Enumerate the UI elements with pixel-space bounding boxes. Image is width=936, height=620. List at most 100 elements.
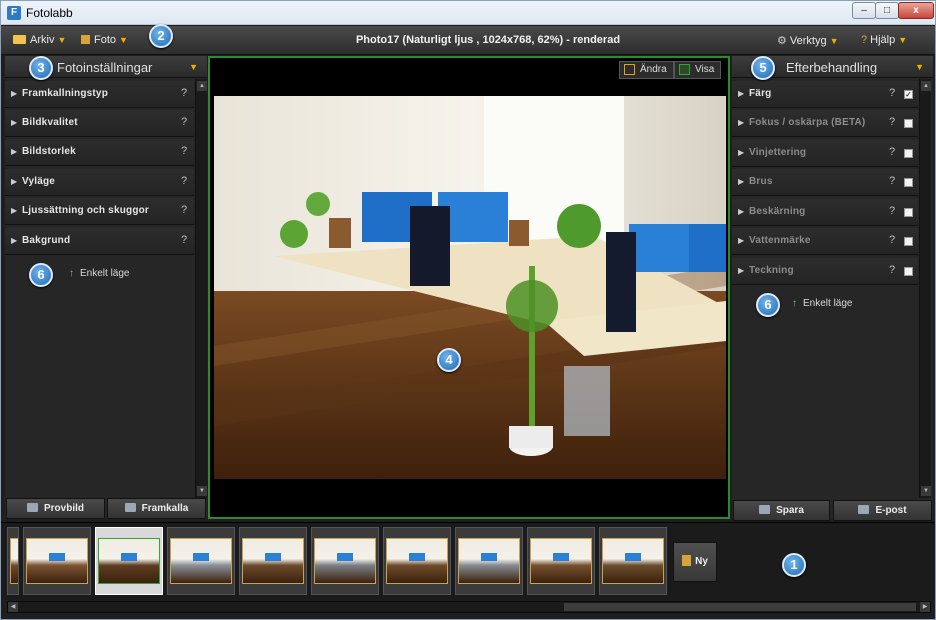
help-icon[interactable]: ?: [181, 145, 187, 157]
thumbnail[interactable]: [23, 527, 91, 595]
scroll-up-icon[interactable]: ▲: [197, 81, 207, 91]
edit-mode-icon: [624, 64, 635, 75]
section-fokus[interactable]: ▶ Fokus / oskärpa (BETA) ?: [732, 110, 918, 137]
section-brus[interactable]: ▶ Brus ?: [732, 169, 918, 196]
scroll-right-icon[interactable]: ▶: [920, 602, 930, 612]
photo-viewer[interactable]: Ändra Visa: [208, 56, 730, 519]
enable-checkbox[interactable]: ✓: [904, 90, 913, 99]
caret-down-icon: ▼: [898, 35, 908, 45]
right-panel-scrollbar[interactable]: ▲ ▼: [919, 79, 931, 498]
arrow-up-icon: ↑: [69, 268, 74, 279]
thumbnail[interactable]: [167, 527, 235, 595]
help-icon[interactable]: ?: [889, 87, 895, 99]
maximize-button[interactable]: □: [875, 2, 899, 19]
new-photo-label: Ny: [695, 556, 708, 567]
expand-arrow-icon: ▶: [738, 177, 745, 186]
scroll-down-icon[interactable]: ▼: [921, 486, 931, 496]
section-vinjettering[interactable]: ▶ Vinjettering ?: [732, 140, 918, 167]
enable-checkbox[interactable]: [904, 237, 913, 246]
section-label: Bakgrund: [22, 235, 71, 246]
section-teckning[interactable]: ▶ Teckning ?: [732, 258, 918, 285]
simple-mode-link[interactable]: ↑ Enkelt läge: [792, 298, 852, 309]
section-ljussattning[interactable]: ▶ Ljussättning och skuggor ?: [5, 198, 194, 225]
help-icon[interactable]: ?: [181, 234, 187, 246]
simple-mode-link[interactable]: ↑ Enkelt läge: [69, 268, 129, 279]
folder-icon: [13, 35, 26, 44]
thumbnail-image: [530, 538, 592, 584]
thumbnail-image: [602, 538, 664, 584]
post-processing-panel: Efterbehandling ▼ ▶ Färg ? ✓ ▶ Fokus / o…: [732, 56, 933, 521]
section-beskarning[interactable]: ▶ Beskärning ?: [732, 199, 918, 226]
edit-toggle[interactable]: Ändra: [619, 61, 674, 79]
menu-hjalp[interactable]: ? Hjälp ▼: [861, 34, 907, 46]
photo-settings-panel: Fotoinställningar ▼ ▶ Framkallningstyp ?…: [5, 56, 207, 519]
menu-verktyg[interactable]: ⚙ Verktyg ▼: [777, 34, 838, 47]
section-label: Beskärning: [749, 206, 806, 217]
thumbnail-monitor-shape: [625, 553, 641, 561]
help-icon[interactable]: ?: [181, 204, 187, 216]
thumbnail-monitor-shape: [337, 553, 353, 561]
menu-bar: Arkiv ▼ Foto ▼ Photo17 (Naturligt ljus , 1…: [1, 26, 935, 55]
section-framkallningstyp[interactable]: ▶ Framkallningstyp ?: [5, 81, 194, 108]
arrow-up-icon: ↑: [792, 298, 797, 309]
help-icon[interactable]: ?: [181, 116, 187, 128]
email-button[interactable]: E-post: [833, 500, 932, 521]
expand-arrow-icon: ▶: [11, 89, 18, 98]
menu-foto[interactable]: Foto ▼: [81, 34, 128, 46]
section-farg[interactable]: ▶ Färg ? ✓: [732, 81, 918, 108]
section-vylage[interactable]: ▶ Vyläge ?: [5, 169, 194, 196]
menu-arkiv[interactable]: Arkiv ▼: [13, 34, 66, 46]
thumbnail[interactable]: [95, 527, 163, 595]
thumbnail[interactable]: [599, 527, 667, 595]
enable-checkbox[interactable]: [904, 267, 913, 276]
help-icon[interactable]: ?: [181, 175, 187, 187]
thumbnail[interactable]: [7, 527, 19, 595]
help-icon[interactable]: ?: [889, 264, 895, 276]
photo-icon: [81, 35, 90, 44]
help-icon[interactable]: ?: [889, 175, 895, 187]
photo-settings-title: Fotoinställningar: [57, 60, 153, 75]
left-panel-scrollbar[interactable]: ▲ ▼: [195, 79, 207, 498]
preview-button[interactable]: Provbild: [6, 498, 105, 519]
help-icon[interactable]: ?: [889, 116, 895, 128]
gear-icon: ⚙: [777, 35, 787, 47]
help-icon[interactable]: ?: [889, 146, 895, 158]
enable-checkbox[interactable]: [904, 208, 913, 217]
thumbnail-image: [170, 538, 232, 584]
thumbnail[interactable]: [455, 527, 523, 595]
thumbnail[interactable]: [527, 527, 595, 595]
preview-button-label: Provbild: [43, 503, 84, 514]
save-button[interactable]: Spara: [733, 500, 830, 521]
save-icon: [759, 505, 771, 514]
section-bildstorlek[interactable]: ▶ Bildstorlek ?: [5, 139, 194, 166]
section-label: Vattenmärke: [749, 235, 811, 246]
section-vattenmarke[interactable]: ▶ Vattenmärke ?: [732, 228, 918, 255]
section-label: Framkallningstyp: [22, 88, 108, 99]
enable-checkbox[interactable]: [904, 149, 913, 158]
expand-arrow-icon: ▶: [11, 118, 18, 127]
minimize-button[interactable]: –: [852, 2, 876, 19]
help-icon[interactable]: ?: [181, 87, 187, 99]
title-bar: F Fotolabb – □ x: [1, 1, 935, 25]
rendered-photo[interactable]: [214, 96, 726, 479]
enable-checkbox[interactable]: [904, 178, 913, 187]
filmstrip-scrollbar[interactable]: ◀ ▶: [7, 601, 931, 613]
scroll-up-icon[interactable]: ▲: [921, 81, 931, 91]
help-icon[interactable]: ?: [889, 234, 895, 246]
section-bildkvalitet[interactable]: ▶ Bildkvalitet ?: [5, 110, 194, 137]
scroll-down-icon[interactable]: ▼: [197, 486, 207, 496]
thumbnail[interactable]: [311, 527, 379, 595]
view-toggle[interactable]: Visa: [674, 61, 722, 79]
thumbnail[interactable]: [239, 527, 307, 595]
scroll-left-icon[interactable]: ◀: [8, 602, 18, 612]
thumbnail-monitor-shape: [265, 553, 281, 561]
close-button[interactable]: x: [898, 2, 934, 19]
render-button[interactable]: Framkalla: [107, 498, 206, 519]
help-icon[interactable]: ?: [889, 205, 895, 217]
scrollbar-thumb[interactable]: [564, 603, 916, 611]
thumbnail[interactable]: [383, 527, 451, 595]
enable-checkbox[interactable]: [904, 119, 913, 128]
section-bakgrund[interactable]: ▶ Bakgrund ?: [5, 228, 194, 255]
window-title: Fotolabb: [26, 6, 73, 20]
new-photo-button[interactable]: Ny: [673, 542, 717, 582]
